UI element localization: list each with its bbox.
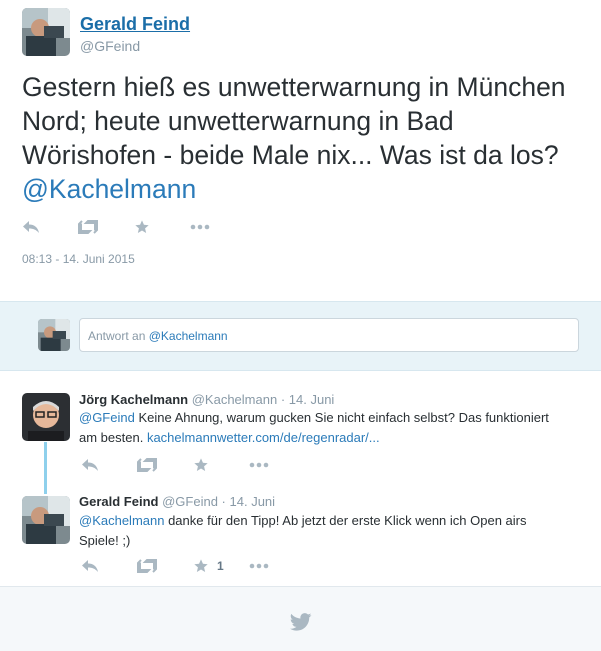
retweet-button[interactable] <box>78 217 134 237</box>
reply-text: @Kachelmann danke für den Tipp! Ab jetzt… <box>79 511 549 551</box>
retweet-button[interactable] <box>137 556 193 576</box>
favorite-star-icon <box>194 458 208 471</box>
main-tweet: Gerald Feind @GFeind Gestern hieß es unw… <box>0 0 601 300</box>
favorite-star-icon <box>135 220 149 233</box>
reply-author-name[interactable]: Gerald Feind <box>79 494 158 509</box>
retweet-icon <box>78 220 98 234</box>
reply-author-name[interactable]: Jörg Kachelmann <box>79 392 188 407</box>
favorite-button[interactable]: 1 <box>193 556 249 576</box>
tweet-actions <box>22 217 246 237</box>
twitter-bird-icon[interactable] <box>290 613 312 631</box>
reply-mention[interactable]: @GFeind <box>79 410 135 425</box>
favorite-star-icon <box>194 559 208 572</box>
reply-actions: 1 <box>81 556 305 576</box>
reply-icon <box>82 459 98 471</box>
favorite-button[interactable] <box>193 455 249 475</box>
reply-icon <box>23 221 39 233</box>
reply-separator: · <box>221 494 226 509</box>
reply-button[interactable] <box>22 217 78 237</box>
favorite-count: 1 <box>217 559 224 573</box>
tweet-body: Gestern hieß es unwetterwarnung in Münch… <box>22 72 566 170</box>
reply-date[interactable]: 14. Juni <box>289 392 335 407</box>
current-user-avatar <box>38 319 70 351</box>
more-dots-icon <box>249 462 269 468</box>
reply-box: Antwort an @Kachelmann <box>0 301 601 371</box>
reply-header: Jörg Kachelmann @Kachelmann · 14. Juni <box>79 392 334 407</box>
reply-author-handle: @Kachelmann <box>191 392 278 407</box>
reply-placeholder-text: Antwort an <box>88 329 149 343</box>
reply-text: @GFeind Keine Ahnung, warum gucken Sie n… <box>79 408 549 448</box>
more-button[interactable] <box>249 556 305 576</box>
favorite-button[interactable] <box>134 217 190 237</box>
author-handle: @GFeind <box>80 38 141 54</box>
reply-author-avatar[interactable] <box>22 393 70 441</box>
retweet-button[interactable] <box>137 455 193 475</box>
reply-author-handle: @GFeind <box>162 494 218 509</box>
reply-mention[interactable]: @Kachelmann <box>79 513 164 528</box>
footer <box>0 586 601 651</box>
reply-button[interactable] <box>81 556 137 576</box>
tweet-timestamp[interactable]: 08:13 - 14. Juni 2015 <box>22 252 135 266</box>
reply-separator: · <box>280 392 286 407</box>
retweet-icon <box>137 559 157 573</box>
reply-header: Gerald Feind @GFeind · 14. Juni <box>79 494 275 509</box>
thread-line <box>44 442 47 494</box>
reply-author-avatar[interactable] <box>22 496 70 544</box>
conversation: Jörg Kachelmann @Kachelmann · 14. Juni @… <box>0 380 601 586</box>
tweet-text: Gestern hieß es unwetterwarnung in Münch… <box>22 70 582 206</box>
author-name-link[interactable]: Gerald Feind <box>80 14 190 35</box>
reply-input[interactable]: Antwort an @Kachelmann <box>79 318 579 352</box>
more-dots-icon <box>190 224 210 230</box>
reply-icon <box>82 560 98 572</box>
reply-button[interactable] <box>81 455 137 475</box>
mention-link[interactable]: @Kachelmann <box>22 174 196 204</box>
reply-date[interactable]: 14. Juni <box>230 494 276 509</box>
more-dots-icon <box>249 563 269 569</box>
reply-link[interactable]: kachelmannwetter.com/de/regenradar/... <box>147 430 380 445</box>
retweet-icon <box>137 458 157 472</box>
reply-actions <box>81 455 305 475</box>
reply-placeholder-mention: @Kachelmann <box>148 329 228 343</box>
author-avatar[interactable] <box>22 8 70 56</box>
more-button[interactable] <box>249 455 305 475</box>
more-button[interactable] <box>190 217 246 237</box>
